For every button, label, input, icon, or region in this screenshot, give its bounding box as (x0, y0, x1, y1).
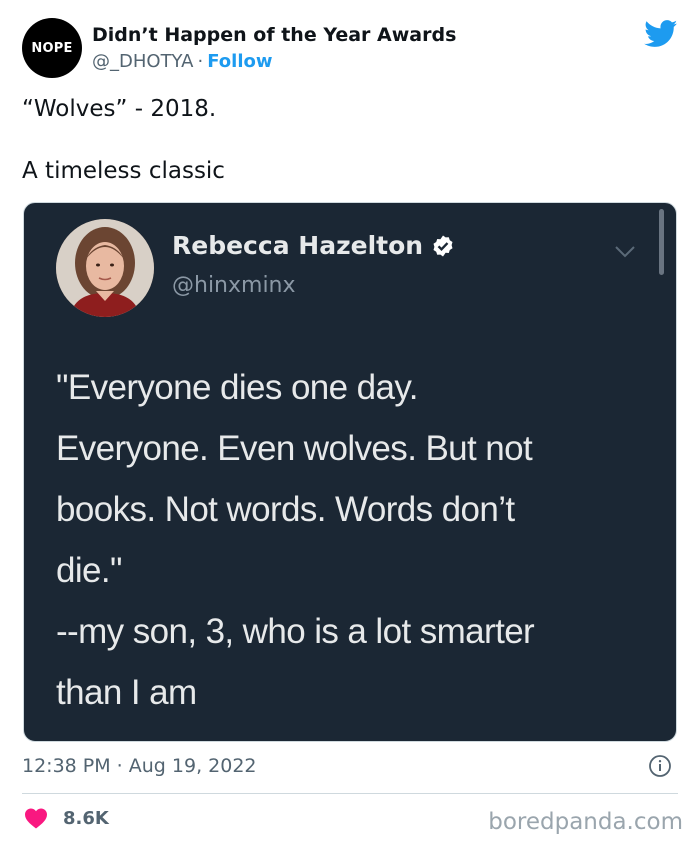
embedded-avatar (56, 219, 154, 317)
embedded-scrollbar (659, 209, 664, 275)
footer-divider (22, 793, 678, 794)
quote-line: Everyone. Even wolves. But not (56, 429, 533, 468)
likes-count: 8.6K (63, 807, 109, 829)
info-icon[interactable] (648, 754, 672, 778)
avatar-text: NOPE (31, 40, 73, 56)
follow-link[interactable]: Follow (207, 51, 272, 72)
embedded-author-name: Rebecca Hazelton (172, 231, 455, 260)
quote-line: die." (56, 551, 122, 590)
embedded-author-name-text: Rebecca Hazelton (172, 231, 424, 260)
quote-line: --my son, 3, who is a lot smarter (56, 612, 535, 651)
tweet-text-line-2: A timeless classic (22, 158, 225, 184)
embedded-screenshot[interactable]: Rebecca Hazelton @hinxminx "Everyone die… (23, 202, 677, 742)
quote-line: than I am (56, 673, 197, 712)
portrait-image (56, 219, 154, 317)
account-name[interactable]: Didn’t Happen of the Year Awards (92, 24, 456, 46)
account-handle[interactable]: @_DHOTYA (92, 51, 193, 72)
embedded-quote: "Everyone dies one day. Everyone. Even w… (56, 357, 656, 723)
heart-icon[interactable] (24, 807, 48, 829)
quote-line: books. Not words. Words don’t (56, 490, 515, 529)
tweet-text-line-1: “Wolves” - 2018. (22, 96, 217, 122)
likes-row[interactable]: 8.6K (24, 807, 109, 829)
source-watermark: boredpanda.com (488, 809, 683, 835)
handle-separator: · (197, 51, 204, 72)
account-avatar[interactable]: NOPE (22, 18, 82, 78)
verified-badge-icon (433, 235, 453, 256)
tweet-header: NOPE Didn’t Happen of the Year Awards @_… (22, 18, 682, 80)
tweet-timestamp[interactable]: 12:38 PM · Aug 19, 2022 (22, 755, 257, 777)
twitter-bird-icon[interactable] (644, 20, 678, 48)
chevron-down-icon (615, 246, 635, 258)
embedded-author-handle: @hinxminx (172, 273, 296, 298)
handle-row: @_DHOTYA · Follow (92, 51, 273, 72)
quote-line: "Everyone dies one day. (56, 368, 418, 407)
